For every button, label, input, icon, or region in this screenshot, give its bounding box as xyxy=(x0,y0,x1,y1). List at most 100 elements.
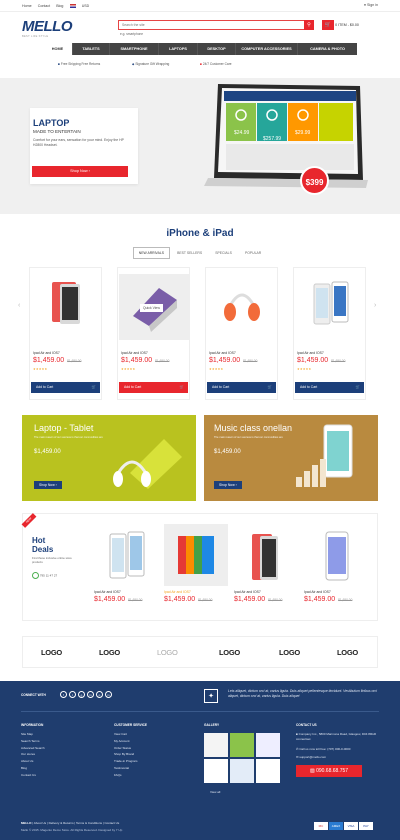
gallery-thumb[interactable] xyxy=(256,733,280,757)
product-price-row: $1,459.00 $1,650.00 xyxy=(209,357,257,364)
product-name[interactable]: Ipad Air and IOS7 xyxy=(209,351,236,355)
product-card[interactable]: Ipad Air and IOS7 $1,459.00 $1,650.00 ★★★… xyxy=(293,267,366,400)
brand-logo[interactable]: LOGO xyxy=(219,648,240,657)
product-name[interactable]: Ipad Air and IOS7 xyxy=(33,351,60,355)
info-link[interactable]: Our stores xyxy=(21,751,45,758)
deal-product[interactable]: Ipad Air and IOS7 $1,459.00 $1,650.00 xyxy=(164,522,228,618)
promo-banner-laptop[interactable]: Laptop - Tablet The main reason of our s… xyxy=(22,415,196,501)
hot-deals-title: Hot Deals xyxy=(32,536,53,554)
product-price: $1,459.00 xyxy=(209,357,241,364)
instagram-icon[interactable]: in xyxy=(105,691,112,698)
search-icon[interactable]: ⚲ xyxy=(304,20,314,30)
add-to-cart-button[interactable]: Add to Cart 🛒 xyxy=(119,382,188,393)
gallery-thumb[interactable] xyxy=(230,733,254,757)
contact-email[interactable]: ✉ support@mello.com xyxy=(296,755,326,759)
nav-desktop[interactable]: DESKTOP xyxy=(198,43,236,55)
customer-link[interactable]: View Cart xyxy=(114,731,137,738)
gallery-thumb[interactable] xyxy=(204,759,228,783)
footer-link-delivery[interactable]: Delivery & Returns xyxy=(49,821,74,825)
info-link[interactable]: About Us xyxy=(21,758,45,765)
banner-title: Music class onellan xyxy=(214,423,293,433)
nav-computer-accessories[interactable]: COMPUTER ACCESSORIES xyxy=(236,43,298,55)
search-input[interactable] xyxy=(119,21,303,29)
nav-smartphone[interactable]: SMARTPHONE xyxy=(110,43,159,55)
phone-number-button[interactable]: ▧ 090.68.68.757 xyxy=(296,765,362,777)
info-link[interactable]: Site Map xyxy=(21,731,45,738)
twitter-icon[interactable]: t xyxy=(69,691,76,698)
facebook-icon[interactable]: f xyxy=(60,691,67,698)
signin-link[interactable]: ● Sign in xyxy=(364,3,378,7)
footer-link-contact[interactable]: Contact Us xyxy=(104,821,119,825)
customer-link[interactable]: Testimonial xyxy=(114,765,137,772)
customer-link[interactable]: Trade-in Program xyxy=(114,758,137,765)
brand-logos: LOGO LOGO LOGO LOGO LOGO LOGO xyxy=(22,636,378,668)
add-to-cart-button[interactable]: Add to Cart 🛒 xyxy=(207,382,276,393)
deal-product[interactable]: Ipad Air and IOS7 $1,459.00 $1,650.00 xyxy=(94,522,158,618)
banner-shop-now-button[interactable]: Shop Now › xyxy=(34,481,62,489)
linkedin-icon[interactable]: in xyxy=(87,691,94,698)
deal-price-row: $1,459.00 $1,650.00 xyxy=(304,596,352,603)
info-link[interactable]: Search Terms xyxy=(21,738,45,745)
info-link[interactable]: Blog xyxy=(21,765,45,772)
nav-laptops[interactable]: LAPTOPS xyxy=(159,43,198,55)
flag-icon[interactable] xyxy=(69,4,76,8)
customer-link[interactable]: Order Status xyxy=(114,745,137,752)
logo[interactable]: MELLO BEST LIFE STYLE xyxy=(22,18,73,38)
top-link-contact[interactable]: Contact xyxy=(38,4,50,8)
brand-logo[interactable]: LOGO xyxy=(157,648,178,657)
footer-link-about[interactable]: About Us xyxy=(34,821,46,825)
carousel-next-icon[interactable]: › xyxy=(374,302,376,309)
deal-product[interactable]: Ipad Air and IOS7 $1,459.00 $1,650.00 xyxy=(234,522,298,618)
tab-specials[interactable]: SPECIALS xyxy=(209,247,238,259)
add-to-cart-button[interactable]: Add to Cart 🛒 xyxy=(31,382,100,393)
phone-number: 090.68.68.757 xyxy=(316,768,349,774)
nav-tablets[interactable]: TABLETS xyxy=(73,43,110,55)
top-link-blog[interactable]: Blog xyxy=(56,4,63,8)
customer-links: View Cart My Account Order Status Shop B… xyxy=(114,731,137,779)
product-name[interactable]: Ipad Air and IOS7 xyxy=(121,351,148,355)
info-link[interactable]: Contact Us xyxy=(21,772,45,779)
footer-link-terms[interactable]: Terms & Conditions xyxy=(76,821,102,825)
tab-popular[interactable]: POPULAR xyxy=(239,247,267,259)
deal-product[interactable]: Ipad Air and IOS7 $1,459.00 $1,650.00 xyxy=(304,522,372,618)
gallery-thumb[interactable] xyxy=(204,733,228,757)
pinterest-icon[interactable]: p xyxy=(96,691,103,698)
customer-link[interactable]: Shop By Brand xyxy=(114,751,137,758)
nav-camera-photo[interactable]: CAMERA & PHOTO xyxy=(298,43,357,55)
hero-shop-now-button[interactable]: Shop Now › xyxy=(32,166,128,177)
tab-new-arrivals[interactable]: NEW ARRIVALS xyxy=(132,247,170,259)
brand-logo[interactable]: LOGO xyxy=(99,648,120,657)
cart-widget[interactable]: 🛒 0 ITEM - $0.00 xyxy=(322,20,359,30)
customer-link[interactable]: My Account xyxy=(114,738,137,745)
banner-shop-now-button[interactable]: Shop Now › xyxy=(214,481,242,489)
brand-logo[interactable]: LOGO xyxy=(41,648,62,657)
product-name[interactable]: Ipad Air and IOS7 xyxy=(297,351,324,355)
customer-link[interactable]: FAQs xyxy=(114,772,137,779)
hero-card: LAPTOP MADE TO ENTERTAIN Comfort for you… xyxy=(30,108,138,184)
add-to-cart-button[interactable]: Add to Cart 🛒 xyxy=(295,382,364,393)
product-card[interactable]: Quick View Ipad Air and IOS7 $1,459.00 $1… xyxy=(117,267,190,400)
nav-home[interactable]: HOME xyxy=(43,43,73,55)
google-plus-icon[interactable]: g xyxy=(78,691,85,698)
brand-logo[interactable]: LOGO xyxy=(337,648,358,657)
tab-best-sellers[interactable]: BEST SELLERS xyxy=(171,247,208,259)
currency-select[interactable]: USD xyxy=(82,4,90,8)
product-card[interactable]: Ipad Air and IOS7 $1,459.00 $1,650.00 ★★★… xyxy=(205,267,278,400)
promo-banner-music[interactable]: Music class onellan The main reason of o… xyxy=(204,415,378,501)
hero-description: Comfort for your ears, sensation for you… xyxy=(33,138,124,148)
gallery-thumb[interactable] xyxy=(256,759,280,783)
product-card[interactable]: Ipad Air and IOS7 $1,459.00 $1,650.00 ★★★… xyxy=(29,267,102,400)
quick-view-button[interactable]: Quick View xyxy=(140,304,163,312)
search-hint: e.g. smartphone xyxy=(120,32,144,36)
brand-logo[interactable]: LOGO xyxy=(279,648,300,657)
gallery-thumb[interactable] xyxy=(230,759,254,783)
carousel-prev-icon[interactable]: ‹ xyxy=(18,302,20,309)
gallery-view-all-link[interactable]: View all xyxy=(210,789,220,796)
services-bar: ■ Free Shipping Free Returns xyxy=(58,61,100,66)
logo-text: MELLO xyxy=(22,18,73,35)
top-bar: Home Contact Blog USD ● Sign in xyxy=(0,0,400,12)
info-link[interactable]: Advanced Search xyxy=(21,745,45,752)
deal-price: $1,459.00 xyxy=(94,596,126,603)
top-link-home[interactable]: Home xyxy=(22,4,32,8)
copyright: Mello © 2015. Magento Demo Store. All Ri… xyxy=(21,828,123,832)
